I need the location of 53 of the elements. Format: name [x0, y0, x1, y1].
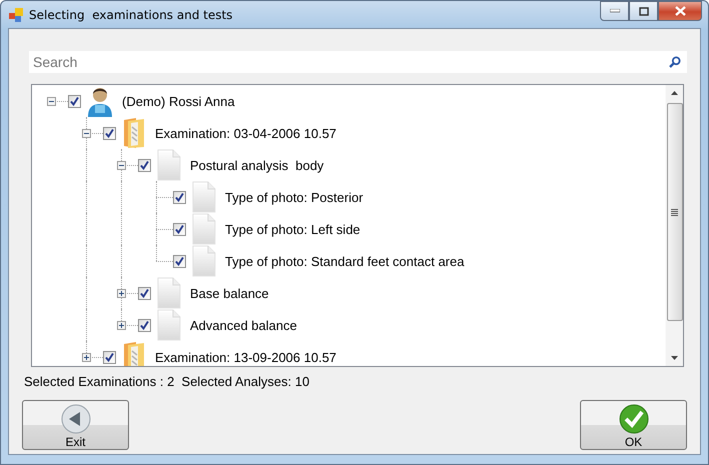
tree-item[interactable]: Examination: 03-04-2006 10.57	[155, 126, 336, 140]
document-icon	[157, 277, 181, 309]
folder-icon	[122, 341, 146, 366]
document-icon	[157, 309, 181, 341]
tree-item[interactable]: Advanced balance	[190, 318, 297, 332]
ok-button[interactable]: OK	[580, 400, 687, 450]
app-icon	[9, 8, 23, 22]
checkbox[interactable]	[103, 126, 116, 140]
scrollbar[interactable]	[665, 85, 683, 366]
tree-item[interactable]: Examination: 13-09-2006 10.57	[155, 350, 336, 364]
checkbox[interactable]	[138, 158, 151, 172]
back-icon	[60, 404, 90, 434]
tree-item[interactable]: Type of photo: Posterior	[225, 190, 364, 204]
checkbox[interactable]	[138, 318, 151, 332]
document-icon	[192, 181, 216, 213]
exit-button[interactable]: Exit	[22, 400, 129, 450]
scroll-thumb[interactable]	[666, 103, 682, 321]
check-icon	[618, 404, 648, 434]
search-icon	[669, 56, 681, 68]
expand-toggle[interactable]	[82, 353, 91, 362]
maximize-icon	[638, 6, 648, 16]
close-icon	[674, 6, 686, 16]
checkbox[interactable]	[173, 190, 186, 204]
minimize-icon	[610, 9, 620, 13]
collapse-toggle[interactable]	[47, 97, 56, 106]
close-button[interactable]	[658, 1, 702, 21]
grip-icon	[671, 208, 678, 216]
tree-item[interactable]: Base balance	[190, 286, 269, 300]
expand-toggle[interactable]	[117, 289, 126, 298]
collapse-toggle[interactable]	[82, 129, 91, 138]
search-field[interactable]: Search	[29, 51, 687, 73]
checkbox[interactable]	[68, 94, 81, 108]
scroll-up-icon	[671, 91, 678, 95]
scroll-down-icon	[671, 356, 678, 360]
collapse-toggle[interactable]	[117, 161, 126, 170]
tree-item[interactable]: (Demo) Rossi Anna	[122, 94, 235, 108]
tree-item[interactable]: Postural analysis body	[190, 158, 324, 172]
checkbox[interactable]	[138, 286, 151, 300]
document-icon	[192, 245, 216, 277]
person-icon	[87, 85, 113, 117]
maximize-button[interactable]	[629, 1, 658, 21]
checkbox[interactable]	[173, 222, 186, 236]
tree-item[interactable]: Type of photo: Left side	[225, 222, 360, 236]
checkbox[interactable]	[103, 350, 116, 364]
tree-item[interactable]: Type of photo: Standard feet contact area	[225, 254, 464, 268]
document-icon	[157, 149, 181, 181]
expand-toggle[interactable]	[117, 321, 126, 330]
window-title: Selecting examinations and tests	[29, 8, 233, 22]
minimize-button[interactable]	[600, 1, 629, 21]
status-text: Selected Examinations : 2 Selected Analyses: 10	[24, 374, 310, 389]
checkbox[interactable]	[173, 254, 186, 268]
folder-icon	[122, 117, 146, 149]
document-icon	[192, 213, 216, 245]
